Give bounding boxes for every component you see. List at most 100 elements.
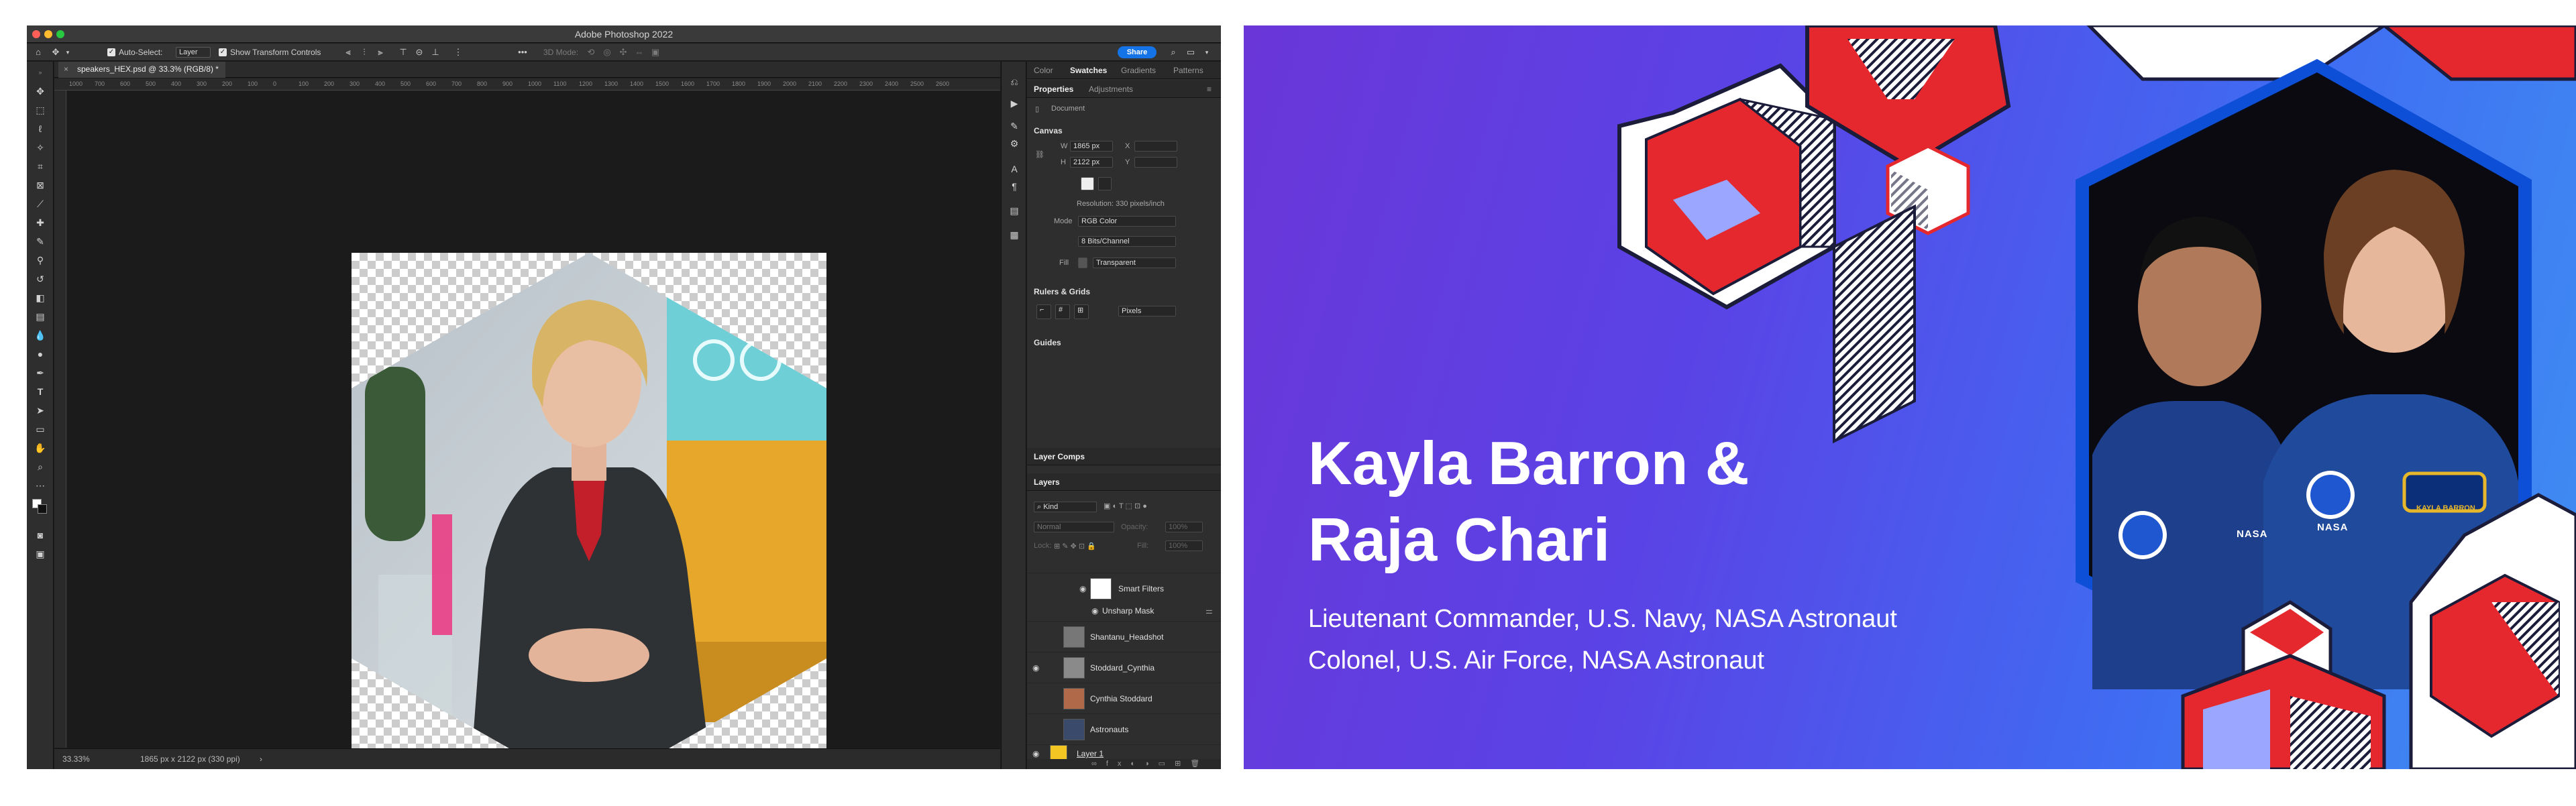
tab-layers[interactable]: Layers xyxy=(1034,477,1060,487)
transform-controls-checkbox[interactable]: ✓ xyxy=(219,48,227,56)
search-icon[interactable]: ⌕ xyxy=(1167,46,1179,58)
x-field[interactable] xyxy=(1134,141,1177,152)
filter-icons[interactable]: ▣ ◐ T ⬚ ⊡ ● xyxy=(1104,502,1147,510)
tab-properties[interactable]: Properties xyxy=(1034,84,1073,94)
tab-gradients[interactable]: Gradients xyxy=(1121,66,1156,75)
more-tools-icon[interactable]: ⋯ xyxy=(34,479,47,492)
tab-patterns[interactable]: Patterns xyxy=(1173,66,1203,75)
filter-options-icon[interactable]: ⚌ xyxy=(1205,606,1213,616)
move-tool-icon[interactable]: ✥ xyxy=(50,46,62,58)
layer-name[interactable]: Astronauts xyxy=(1090,725,1128,734)
marquee-tool[interactable]: ⬚ xyxy=(34,103,47,117)
hand-tool[interactable]: ✋ xyxy=(34,441,47,455)
canvas-area[interactable] xyxy=(67,91,1000,769)
move-tool[interactable]: ✥ xyxy=(34,84,47,98)
landscape-orientation-button[interactable] xyxy=(1098,177,1112,190)
chevron-down-icon[interactable]: ▾ xyxy=(1201,46,1213,58)
layer-name[interactable]: Smart Filters xyxy=(1118,584,1164,593)
tab-swatches[interactable]: Swatches xyxy=(1070,66,1107,75)
eye-icon[interactable]: ◉ xyxy=(1091,606,1098,616)
play-icon[interactable]: ▶ xyxy=(1008,97,1021,110)
horizontal-ruler[interactable]: 1000 700 600 500 400 300 200 100 0 100 200 300 400 50… xyxy=(54,78,1000,91)
units-dropdown[interactable]: Pixels xyxy=(1118,306,1176,316)
blur-tool[interactable]: 💧 xyxy=(34,329,47,342)
blend-mode-dropdown[interactable]: Normal xyxy=(1034,522,1114,532)
chevron-down-icon[interactable]: ▾ xyxy=(62,46,74,58)
workspace-icon[interactable]: ▭ xyxy=(1185,46,1197,58)
fill-opacity-field[interactable]: 100% xyxy=(1165,540,1203,551)
portrait-orientation-button[interactable] xyxy=(1081,177,1094,190)
character-icon[interactable]: A xyxy=(1008,162,1021,176)
zoom-level[interactable]: 33.33% xyxy=(62,754,90,764)
layer-name[interactable]: Stoddard_Cynthia xyxy=(1090,663,1155,673)
layer-name[interactable]: Cynthia Stoddard xyxy=(1090,694,1152,703)
auto-select-dropdown[interactable]: Layer xyxy=(176,47,211,58)
path-selection-tool[interactable]: ➤ xyxy=(34,404,47,417)
history-icon[interactable]: ⎌ xyxy=(1008,75,1021,89)
ruler-toggle-icon[interactable]: ⌐ xyxy=(1036,304,1051,319)
3d-slide-icon[interactable]: ⇔ xyxy=(633,46,645,58)
tab-color[interactable]: Color xyxy=(1034,66,1053,75)
vertical-ruler[interactable] xyxy=(54,91,66,748)
healing-tool[interactable]: ✚ xyxy=(34,216,47,229)
crop-tool[interactable]: ⌗ xyxy=(34,160,47,173)
layer-row[interactable]: ◉ Stoddard_Cynthia xyxy=(1027,652,1221,683)
type-tool[interactable]: T xyxy=(34,385,47,398)
mode-dropdown[interactable]: RGB Color xyxy=(1078,216,1176,227)
height-field[interactable]: 2122 px xyxy=(1070,157,1113,168)
guides-toggle-icon[interactable]: ⊞ xyxy=(1074,304,1089,319)
eraser-tool[interactable]: ◧ xyxy=(34,291,47,304)
quick-mask-icon[interactable]: ◙ xyxy=(34,528,47,542)
artboard[interactable] xyxy=(352,253,826,769)
shape-tool[interactable]: ▭ xyxy=(34,422,47,436)
tab-adjustments[interactable]: Adjustments xyxy=(1089,84,1133,94)
width-field[interactable]: 1865 px xyxy=(1070,141,1113,152)
align-center-icon[interactable]: ⫶ xyxy=(358,46,370,58)
grid-toggle-icon[interactable]: # xyxy=(1055,304,1070,319)
collapse-icon[interactable]: » xyxy=(34,66,47,79)
pen-tool[interactable]: ✒ xyxy=(34,366,47,380)
lock-icons[interactable]: ⊞ ✎ ✥ ⊡ 🔒 xyxy=(1054,542,1096,551)
eye-icon[interactable]: ◉ xyxy=(1032,663,1039,673)
screen-mode-icon[interactable]: ▣ xyxy=(34,547,47,561)
tab-layer-comps[interactable]: Layer Comps xyxy=(1034,452,1085,461)
eye-icon[interactable]: ◉ xyxy=(1032,749,1039,758)
align-middle-icon[interactable]: ⊝ xyxy=(413,46,425,58)
stamp-tool[interactable]: ⚲ xyxy=(34,253,47,267)
info-icon[interactable]: ▦ xyxy=(1008,228,1021,241)
distribute-icon[interactable]: ⋮ xyxy=(452,46,464,58)
layer-row[interactable]: Shantanu_Headshot xyxy=(1027,621,1221,652)
align-top-icon[interactable]: ⊤ xyxy=(397,46,409,58)
fill-swatch[interactable] xyxy=(1078,257,1087,268)
panel-menu-icon[interactable]: ≡ xyxy=(1207,84,1212,94)
gradient-tool[interactable]: ▤ xyxy=(34,310,47,323)
y-field[interactable] xyxy=(1134,157,1177,168)
3d-pan-icon[interactable]: ✣ xyxy=(617,46,629,58)
magic-wand-tool[interactable]: ✧ xyxy=(34,141,47,154)
layer-name[interactable]: Layer 1 xyxy=(1077,749,1104,758)
background-color-swatch[interactable] xyxy=(38,504,47,514)
align-bottom-icon[interactable]: ⊥ xyxy=(429,46,441,58)
layer-name[interactable]: Shantanu_Headshot xyxy=(1090,632,1163,642)
layer-kind-filter[interactable]: ⌕ Kind xyxy=(1034,502,1097,512)
brush-tool[interactable]: ✎ xyxy=(34,235,47,248)
layer-row[interactable]: ◉ Unsharp Mask ⚌ xyxy=(1027,602,1221,621)
more-options-icon[interactable]: ••• xyxy=(517,46,529,58)
auto-select-checkbox[interactable]: ✓ xyxy=(107,48,115,56)
3d-scale-icon[interactable]: ▣ xyxy=(649,46,661,58)
eyedropper-tool[interactable]: ⟋ xyxy=(34,197,47,211)
align-right-icon[interactable]: ⫸ xyxy=(374,46,386,58)
rulers-grids-title[interactable]: Rulers & Grids xyxy=(1034,287,1090,296)
layer-row[interactable]: Astronauts xyxy=(1027,713,1221,744)
share-button[interactable]: Share xyxy=(1118,46,1157,58)
link-icon[interactable]: ⛓ xyxy=(1035,150,1044,159)
dodge-tool[interactable]: ● xyxy=(34,347,47,361)
document-info[interactable]: 1865 px x 2122 px (330 ppi) xyxy=(140,754,240,764)
layers-footer-icons[interactable]: ∞fx◐◑▭⊞🗑 xyxy=(1027,759,1221,769)
zoom-tool[interactable]: ⌕ xyxy=(34,460,47,473)
layer-name[interactable]: Unsharp Mask xyxy=(1102,606,1154,616)
guides-section-title[interactable]: Guides xyxy=(1034,338,1061,347)
canvas-section-title[interactable]: Canvas xyxy=(1034,126,1063,135)
align-left-icon[interactable]: ⫷ xyxy=(342,46,354,58)
3d-orbit-icon[interactable]: ⟲ xyxy=(585,46,597,58)
